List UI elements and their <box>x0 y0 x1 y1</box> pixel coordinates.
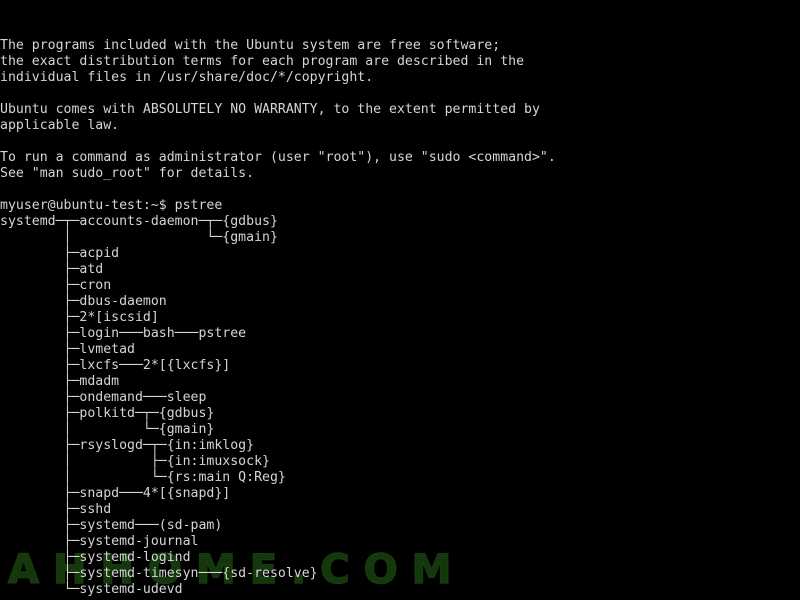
terminal-line: └─systemd-udevd <box>0 582 183 597</box>
terminal-line: │ ├─{in:imuxsock} <box>0 454 270 469</box>
terminal-line: ├─lxcfs───2*[{lxcfs}] <box>0 358 231 373</box>
terminal-line: ├─systemd-journal <box>0 534 199 549</box>
terminal-line: ├─sshd <box>0 502 112 517</box>
terminal-line: ├─cron <box>0 278 112 293</box>
terminal-line: ├─mdadm <box>0 374 120 389</box>
terminal-line: The programs included with the Ubuntu sy… <box>0 38 501 53</box>
terminal-line: ├─ondemand───sleep <box>0 390 207 405</box>
terminal-line: │ └─{rs:main Q:Reg} <box>0 470 286 485</box>
terminal-line: the exact distribution terms for each pr… <box>0 54 525 69</box>
terminal-line: ├─systemd-timesyn───{sd-resolve} <box>0 566 318 581</box>
terminal-line: individual files in /usr/share/doc/*/cop… <box>0 70 374 85</box>
terminal-line: applicable law. <box>0 118 120 133</box>
terminal-output[interactable]: The programs included with the Ubuntu sy… <box>0 0 800 600</box>
terminal-line: │ └─{gmain} <box>0 230 278 245</box>
terminal-line: ├─lvmetad <box>0 342 135 357</box>
terminal-line: ├─snapd───4*[{snapd}] <box>0 486 231 501</box>
terminal-line: ├─atd <box>0 262 104 277</box>
terminal-line: ├─polkitd─┬─{gdbus} <box>0 406 215 421</box>
terminal-line: ├─systemd───(sd-pam) <box>0 518 223 533</box>
terminal-line: Ubuntu comes with ABSOLUTELY NO WARRANTY… <box>0 102 540 117</box>
terminal-scrollback: The programs included with the Ubuntu sy… <box>0 38 800 598</box>
terminal-line: ├─rsyslogd─┬─{in:imklog} <box>0 438 255 453</box>
terminal-line: │ └─{gmain} <box>0 422 215 437</box>
terminal-line: ├─acpid <box>0 246 120 261</box>
terminal-line: ├─systemd-logind <box>0 550 191 565</box>
terminal-window: AHHOME.COM The programs included with th… <box>0 0 800 600</box>
terminal-line: myuser@ubuntu-test:~$ pstree <box>0 198 223 213</box>
terminal-line: systemd─┬─accounts-daemon─┬─{gdbus} <box>0 214 278 229</box>
terminal-line: To run a command as administrator (user … <box>0 150 556 165</box>
terminal-line: ├─2*[iscsid] <box>0 310 159 325</box>
terminal-line: See "man sudo_root" for details. <box>0 166 255 181</box>
terminal-line: ├─login───bash───pstree <box>0 326 247 341</box>
terminal-line: ├─dbus-daemon <box>0 294 167 309</box>
